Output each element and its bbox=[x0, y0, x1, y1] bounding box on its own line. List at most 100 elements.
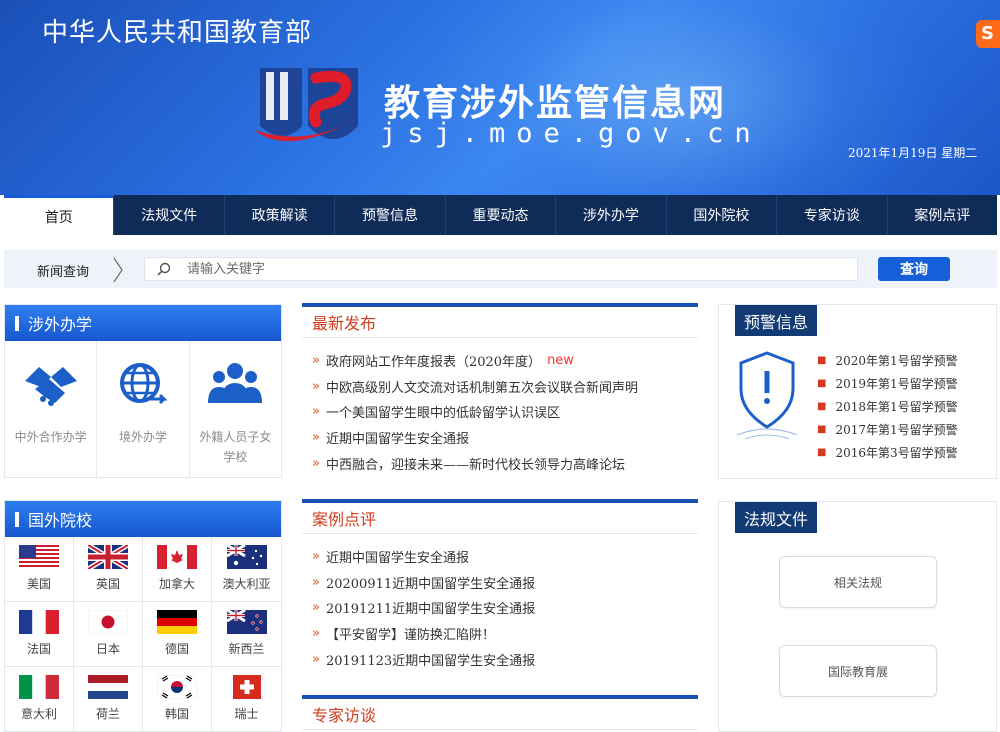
section-title[interactable]: 专家访谈 bbox=[302, 699, 698, 730]
people-icon bbox=[208, 363, 263, 403]
nav-foreign-schooling[interactable]: 涉外办学 bbox=[556, 195, 667, 235]
list-item[interactable]: » 20200911近期中国留学生安全通报 bbox=[312, 570, 698, 596]
nav-foreign-schools[interactable]: 国外院校 bbox=[667, 195, 778, 235]
news-link[interactable]: 政府网站工作年度报表（2020年度） bbox=[326, 351, 541, 370]
news-link[interactable]: 中西融合，迎接未来——新时代校长领导力高峰论坛 bbox=[326, 454, 625, 473]
country-name: 法国 bbox=[26, 642, 51, 656]
double-arrow-icon: » bbox=[312, 626, 320, 642]
nav-warnings[interactable]: 预警信息 bbox=[335, 195, 446, 235]
warning-link[interactable]: 2017年第1号留学预警 bbox=[835, 421, 957, 438]
country-name: 荷兰 bbox=[95, 707, 120, 721]
nav-news[interactable]: 重要动态 bbox=[446, 195, 557, 235]
list-item[interactable]: ■ 2019年第1号留学预警 bbox=[817, 372, 958, 395]
shield-alert-icon bbox=[736, 351, 798, 440]
nav-regulations[interactable]: 法规文件 bbox=[114, 195, 225, 235]
country-name: 美国 bbox=[26, 577, 51, 591]
warning-link[interactable]: 2020年第1号留学预警 bbox=[835, 352, 957, 369]
search-label: 新闻查询 bbox=[37, 265, 90, 280]
country-name: 韩国 bbox=[164, 707, 189, 721]
globe-icon bbox=[119, 363, 168, 405]
list-item[interactable]: » 20191123近期中国留学生安全通报 bbox=[312, 646, 698, 672]
cooperative-schooling-item[interactable]: 中外合作办学 bbox=[5, 341, 98, 477]
country-item-germany[interactable]: 德国 bbox=[143, 602, 212, 667]
site-logo-icon[interactable] bbox=[250, 60, 368, 160]
panel-title[interactable]: 国外院校 bbox=[28, 507, 92, 531]
italy-flag-icon bbox=[19, 675, 59, 699]
nav-expert-interviews[interactable]: 专家访谈 bbox=[777, 195, 888, 235]
corner-badge[interactable]: S bbox=[976, 20, 1000, 48]
news-link[interactable]: 20191123近期中国留学生安全通报 bbox=[326, 650, 535, 669]
netherlands-flag-icon bbox=[88, 675, 128, 699]
item-label: 中外合作办学 bbox=[14, 430, 87, 444]
list-item[interactable]: » 中欧高级别人文交流对话机制第五次会议联合新闻声明 bbox=[312, 374, 698, 400]
header-banner: 中华人民共和国教育部 教育涉外监管信息网 jsj.moe.gov.cn 2021… bbox=[0, 0, 1000, 195]
news-link[interactable]: 【平安留学】谨防换汇陷阱！ bbox=[326, 624, 495, 643]
country-item-italy[interactable]: 意大利 bbox=[5, 667, 74, 732]
news-link[interactable]: 中欧高级别人文交流对话机制第五次会议联合新闻声明 bbox=[326, 377, 638, 396]
list-item[interactable]: » 【平安留学】谨防换汇陷阱！ bbox=[312, 621, 698, 647]
country-name: 澳大利亚 bbox=[222, 577, 271, 591]
news-link[interactable]: 近期中国留学生安全通报 bbox=[326, 428, 469, 447]
country-item-korea[interactable]: 韩国 bbox=[143, 667, 212, 732]
country-item-netherlands[interactable]: 荷兰 bbox=[74, 667, 143, 732]
site-domain: jsj.moe.gov.cn bbox=[380, 118, 762, 149]
panel-title[interactable]: 预警信息 bbox=[735, 305, 818, 336]
header-bar bbox=[15, 315, 19, 331]
handshake-icon bbox=[24, 367, 77, 406]
double-arrow-icon: » bbox=[312, 404, 320, 420]
foreign-children-school-item[interactable]: 外籍人员子女学校 bbox=[190, 341, 281, 477]
country-item-france[interactable]: 法国 bbox=[5, 602, 74, 667]
warning-link[interactable]: 2018年第1号留学预警 bbox=[835, 398, 957, 415]
country-item-japan[interactable]: 日本 bbox=[74, 602, 143, 667]
bullet-icon: ■ bbox=[817, 355, 827, 366]
nav-home[interactable]: 首页 bbox=[4, 195, 115, 235]
country-name: 新西兰 bbox=[228, 642, 265, 656]
list-item[interactable]: » 近期中国留学生安全通报 bbox=[312, 425, 698, 451]
main-nav: 首页 法规文件 政策解读 预警信息 重要动态 涉外办学 国外院校 专家访谈 案例… bbox=[4, 195, 997, 235]
list-item[interactable]: » 一个美国留学生眼中的低龄留学认识误区 bbox=[312, 399, 698, 425]
country-name: 加拿大 bbox=[158, 577, 195, 591]
bullet-icon: ■ bbox=[817, 447, 827, 458]
news-link[interactable]: 20200911近期中国留学生安全通报 bbox=[326, 573, 535, 592]
country-item-uk[interactable]: 英国 bbox=[74, 537, 143, 602]
news-link[interactable]: 近期中国留学生安全通报 bbox=[326, 547, 469, 566]
country-item-switzerland[interactable]: 瑞士 bbox=[212, 667, 281, 732]
nav-case-reviews[interactable]: 案例点评 bbox=[888, 195, 997, 235]
korea-flag-icon bbox=[157, 675, 197, 699]
news-search-bar: 新闻查询 查询 bbox=[4, 250, 997, 288]
panel-title[interactable]: 法规文件 bbox=[735, 502, 818, 533]
search-icon bbox=[157, 262, 171, 276]
warning-link[interactable]: 2019年第1号留学预警 bbox=[835, 375, 957, 392]
list-item[interactable]: » 20191211近期中国留学生安全通报 bbox=[312, 595, 698, 621]
item-label: 境外办学 bbox=[118, 430, 167, 444]
search-button[interactable]: 查询 bbox=[878, 257, 950, 281]
country-item-australia[interactable]: 澳大利亚 bbox=[212, 537, 281, 602]
uk-flag-icon bbox=[88, 545, 128, 569]
list-item[interactable]: ■ 2020年第1号留学预警 bbox=[817, 349, 958, 372]
country-item-new-zealand[interactable]: 新西兰 bbox=[212, 602, 281, 667]
list-item[interactable]: ■ 2017年第1号留学预警 bbox=[817, 418, 958, 441]
double-arrow-icon: » bbox=[312, 600, 320, 616]
news-link[interactable]: 一个美国留学生眼中的低龄留学认识误区 bbox=[326, 402, 560, 421]
country-item-usa[interactable]: 美国 bbox=[5, 537, 74, 602]
list-item[interactable]: » 政府网站工作年度报表（2020年度） new bbox=[312, 348, 698, 374]
warning-link[interactable]: 2016年第3号留学预警 bbox=[835, 444, 957, 461]
news-link[interactable]: 20191211近期中国留学生安全通报 bbox=[326, 598, 535, 617]
country-name: 德国 bbox=[164, 642, 189, 656]
section-title[interactable]: 案例点评 bbox=[302, 503, 698, 534]
nav-policy[interactable]: 政策解读 bbox=[225, 195, 336, 235]
list-item[interactable]: » 近期中国留学生安全通报 bbox=[312, 544, 698, 570]
list-item[interactable]: ■ 2016年第3号留学预警 bbox=[817, 441, 958, 464]
list-item[interactable]: » 中西融合，迎接未来——新时代校长领导力高峰论坛 bbox=[312, 450, 698, 476]
panel-title[interactable]: 涉外办学 bbox=[28, 311, 92, 335]
overseas-schooling-item[interactable]: 境外办学 bbox=[97, 341, 190, 477]
related-regulations-button[interactable]: 相关法规 bbox=[779, 556, 937, 608]
country-item-canada[interactable]: 加拿大 bbox=[143, 537, 212, 602]
list-item[interactable]: ■ 2018年第1号留学预警 bbox=[817, 395, 958, 418]
canada-flag-icon bbox=[157, 545, 197, 569]
international-expo-button[interactable]: 国际教育展 bbox=[779, 645, 937, 697]
search-input[interactable] bbox=[187, 260, 847, 278]
section-title[interactable]: 最新发布 bbox=[302, 307, 698, 338]
bullet-icon: ■ bbox=[817, 378, 827, 389]
bullet-icon: ■ bbox=[817, 401, 827, 412]
